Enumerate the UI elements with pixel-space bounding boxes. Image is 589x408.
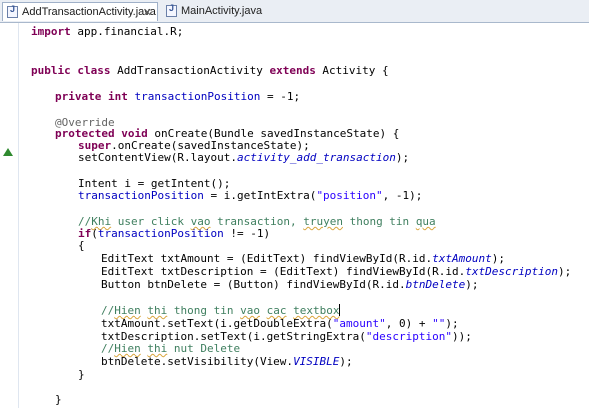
- tab-addtransactionactivity[interactable]: AddTransactionActivity.java ✕: [2, 2, 158, 21]
- tab-label: MainActivity.java: [181, 5, 263, 17]
- code-line: }: [55, 393, 62, 406]
- java-file-icon: [166, 3, 177, 17]
- code-comment: //Hien thi thong tin vao cac textbox: [101, 304, 341, 317]
- override-marker-icon[interactable]: [3, 148, 13, 156]
- tab-label: AddTransactionActivity.java: [22, 6, 156, 18]
- code-line: transactionPosition = i.getIntExtra("pos…: [78, 189, 423, 202]
- vertical-scrollbar[interactable]: [583, 23, 589, 408]
- code-line: public class AddTransactionActivity exte…: [31, 64, 389, 77]
- code-editor[interactable]: import app.financial.R; public class Add…: [31, 23, 589, 408]
- java-file-icon: [7, 4, 18, 18]
- tab-mainactivity[interactable]: MainActivity.java: [162, 2, 282, 21]
- code-line: import app.financial.R;: [31, 25, 184, 38]
- gutter-divider: [18, 23, 19, 408]
- code-line: Button btnDelete = (Button) findViewById…: [101, 278, 479, 291]
- code-comment: //Hien thi nut Delete: [101, 342, 241, 355]
- code-line: EditText txtAmount = (EditText) findView…: [101, 252, 505, 265]
- code-line: private int transactionPosition = -1;: [55, 90, 301, 103]
- code-line: }: [78, 368, 85, 381]
- code-line: btnDelete.setVisibility(View.VISIBLE);: [101, 355, 353, 368]
- close-icon[interactable]: ✕: [143, 3, 152, 22]
- code-line: if(transactionPosition != -1): [78, 227, 271, 240]
- editor-tab-bar: AddTransactionActivity.java ✕ MainActivi…: [0, 0, 589, 23]
- code-line: {: [78, 239, 85, 252]
- code-line: txtAmount.setText(i.getDoubleExtra("amou…: [101, 317, 459, 330]
- code-line: EditText txtDescription = (EditText) fin…: [101, 265, 572, 278]
- editor-gutter[interactable]: [0, 23, 16, 408]
- code-line: setContentView(R.layout.activity_add_tra…: [78, 151, 410, 164]
- text-cursor: [339, 304, 341, 316]
